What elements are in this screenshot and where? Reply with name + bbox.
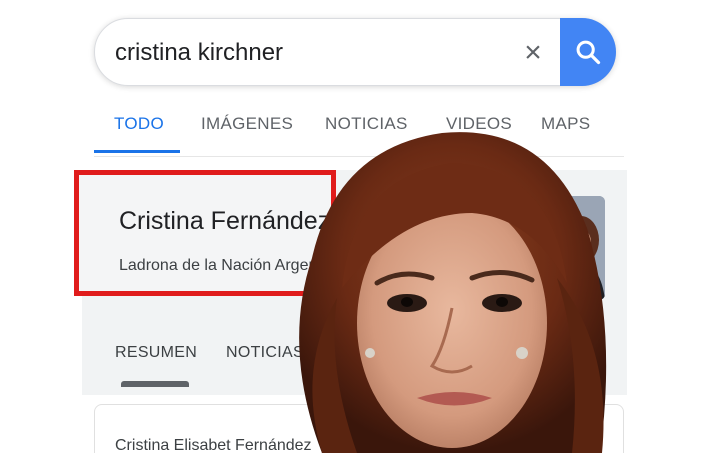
search-input[interactable] [115,37,495,69]
tab-resumen[interactable]: RESUMEN [115,344,197,362]
search-bar: × [94,18,616,86]
kp-active-tab-indicator [121,381,189,387]
tab-todo[interactable]: TODO [114,114,164,134]
portrait-image [299,132,607,453]
portrait-photo [282,108,612,453]
search-button[interactable] [560,18,616,86]
active-tab-indicator [94,150,180,153]
search-icon [576,40,601,65]
close-icon[interactable]: × [518,38,548,68]
tab-imagenes[interactable]: IMÁGENES [201,114,293,134]
